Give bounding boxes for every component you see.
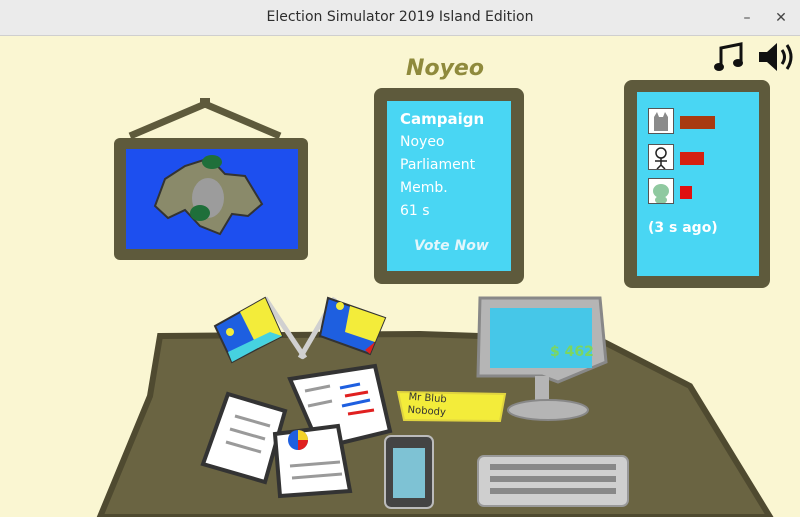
poll-bar xyxy=(680,152,704,165)
campaign-time-left: 61 s xyxy=(400,203,430,219)
title-bar: Election Simulator 2019 Island Edition –… xyxy=(0,0,800,36)
name-card-text: Mr Blub Nobody xyxy=(407,391,447,420)
close-button[interactable]: ✕ xyxy=(771,8,791,28)
desk xyxy=(96,330,774,517)
cat-avatar-icon[interactable] xyxy=(648,108,674,134)
speaker-icon[interactable] xyxy=(756,40,796,74)
country-name: Noyeo xyxy=(406,56,484,81)
vote-now-button[interactable]: Vote Now xyxy=(414,238,489,254)
office-scene: Noyeo Campaign Noyeo Parliament Memb. 61… xyxy=(0,36,800,517)
dog-avatar-icon[interactable] xyxy=(648,178,674,204)
campaign-office-line1: Parliament xyxy=(400,157,476,173)
name-card-title: Nobody xyxy=(407,404,447,419)
stick-figure-avatar-icon[interactable] xyxy=(648,144,674,170)
campaign-country: Noyeo xyxy=(400,134,445,150)
campaign-panel: Campaign Noyeo Parliament Memb. 61 s Vot… xyxy=(374,88,524,284)
music-note-icon[interactable] xyxy=(713,40,747,74)
poll-bar xyxy=(680,186,692,199)
campaign-heading: Campaign xyxy=(400,110,485,128)
polls-panel: (3 s ago) xyxy=(624,80,770,288)
poll-bar xyxy=(680,116,715,129)
window-title: Election Simulator 2019 Island Edition xyxy=(266,9,534,25)
minimize-button[interactable]: – xyxy=(737,8,757,28)
campaign-office-line2: Memb. xyxy=(400,180,448,196)
money-display: $ 462 xyxy=(550,344,594,360)
poll-updated: (3 s ago) xyxy=(648,220,718,236)
